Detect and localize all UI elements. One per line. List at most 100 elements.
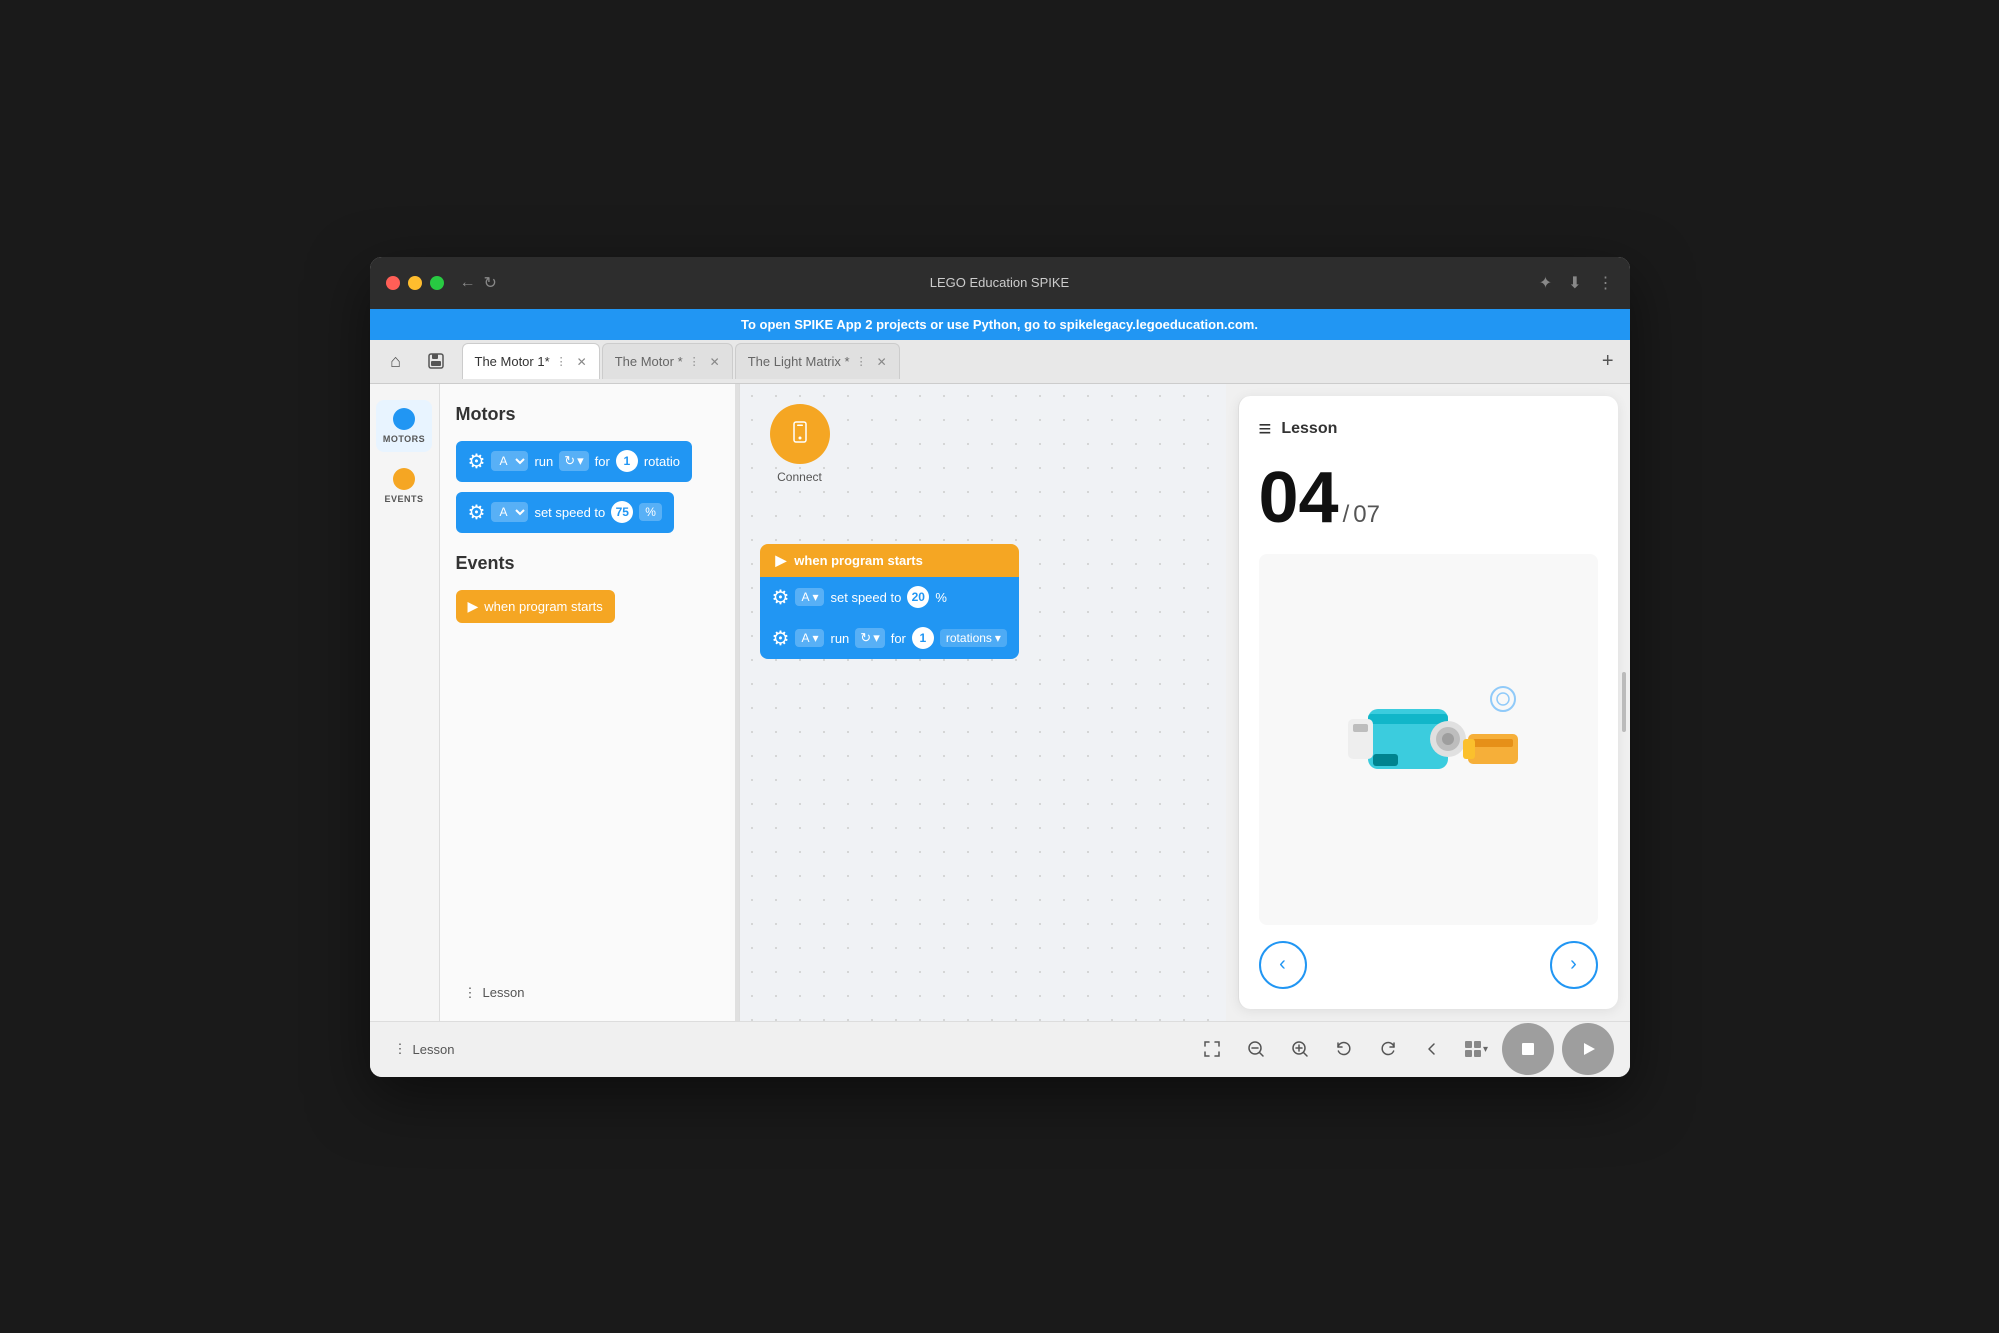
canvas-run-block[interactable]: ⚙ A ▾ run ↻ ▾ for 1 rotations (760, 618, 1019, 659)
motor-icon-2: ⚙ (468, 500, 486, 525)
percent-label: % (639, 503, 662, 521)
tab-motor[interactable]: The Motor * ⋮ ✕ (602, 343, 733, 379)
sidebar-item-motors[interactable]: MOTORS (376, 400, 432, 452)
motor-speed-block[interactable]: ⚙ ABC set speed to 75 % (456, 492, 674, 533)
undo-button[interactable] (1326, 1031, 1362, 1067)
lesson-panel: ≡ Lesson 04 / 07 (1238, 396, 1618, 1009)
zoom-out-button[interactable] (1238, 1031, 1274, 1067)
rotations-label: rotations (946, 631, 992, 645)
stop-button[interactable] (1502, 1023, 1554, 1075)
save-button[interactable] (418, 343, 454, 379)
port-select-a2[interactable]: ABC (491, 502, 528, 522)
event-label: when program starts (484, 599, 603, 614)
menu-icon[interactable]: ⋮ (1598, 273, 1614, 293)
when-program-starts-block[interactable]: ▶ when program starts (456, 590, 615, 623)
port-select-a[interactable]: ABC (491, 451, 528, 471)
motors-section-title: Motors (456, 404, 723, 425)
tab-menu-icon[interactable]: ⋮ (689, 355, 700, 368)
grid-icon (1463, 1039, 1483, 1059)
minimize-button[interactable] (408, 276, 422, 290)
connect-circle (770, 404, 830, 464)
back-button[interactable]: ← (460, 273, 476, 293)
tab-close-icon[interactable]: ✕ (877, 355, 887, 369)
grid-view-button[interactable]: ▾ (1458, 1031, 1494, 1067)
puzzle-icon[interactable]: ✦ (1539, 273, 1552, 293)
lesson-link-label: Lesson (483, 985, 525, 1000)
rotation-count[interactable]: 1 (616, 450, 638, 472)
canvas-area[interactable]: Connect ▶ when program starts ⚙ A ▾ (740, 384, 1226, 1021)
tab-menu-icon[interactable]: ⋮ (856, 355, 867, 368)
port-selector-2[interactable]: A ▾ (795, 629, 824, 647)
lesson-header: ≡ Lesson (1259, 416, 1598, 442)
motor-run-block[interactable]: ⚙ ABC run ↻ ▾ for 1 rotatio (456, 441, 692, 482)
tab-label: The Motor * (615, 354, 683, 369)
run-controls: ▾ (1458, 1023, 1614, 1075)
direction-canvas[interactable]: ↻ ▾ (855, 628, 884, 648)
undo-icon (1334, 1039, 1354, 1059)
canvas-percent-label: % (935, 590, 947, 605)
for-label: for (891, 631, 906, 646)
download-icon[interactable]: ⬇ (1568, 273, 1581, 293)
sidebar-item-events[interactable]: EVENTS (376, 460, 432, 512)
fit-screen-button[interactable] (1194, 1031, 1230, 1067)
zoom-in-button[interactable] (1282, 1031, 1318, 1067)
lesson-dots-icon: ⋮ (464, 985, 477, 1001)
tab-lightmatrix[interactable]: The Light Matrix * ⋮ ✕ (735, 343, 900, 379)
sidebar-events-label: EVENTS (384, 494, 423, 504)
motor-icon-canvas-2: ⚙ (772, 626, 790, 651)
title-bar: ← ↻ LEGO Education SPIKE ✦ ⬇ ⋮ (370, 257, 1630, 309)
lesson-current-number: 04 (1259, 462, 1339, 534)
tab-close-icon[interactable]: ✕ (577, 355, 587, 369)
redo-icon (1378, 1039, 1398, 1059)
canvas-speed-block[interactable]: ⚙ A ▾ set speed to 20 % (760, 577, 1019, 618)
play-triangle-icon: ▶ (776, 552, 787, 569)
window-title: LEGO Education SPIKE (930, 275, 1069, 290)
tab-label: The Light Matrix * (748, 354, 850, 369)
title-actions: ✦ ⬇ ⋮ (1539, 273, 1614, 293)
zoom-out-icon (1246, 1039, 1266, 1059)
direction-select[interactable]: ↻ ▾ (559, 451, 588, 471)
reload-button[interactable]: ↻ (484, 273, 497, 293)
play-button[interactable] (1562, 1023, 1614, 1075)
tabs-bar: ⌂ The Motor 1* ⋮ ✕ The Motor * ⋮ ✕ The L… (370, 340, 1630, 384)
trigger-label: when program starts (794, 553, 923, 568)
tab-label: The Motor 1* (475, 354, 550, 369)
tab-close-icon[interactable]: ✕ (710, 355, 720, 369)
rotations-selector[interactable]: rotations ▾ (940, 629, 1007, 647)
speed-value[interactable]: 75 (611, 501, 633, 523)
lesson-image (1259, 554, 1598, 925)
sidebar-motors-label: MOTORS (383, 434, 425, 444)
play-icon: ▶ (468, 598, 479, 615)
home-button[interactable]: ⌂ (378, 343, 414, 379)
lesson-bottom-link[interactable]: ⋮ Lesson (386, 1037, 463, 1061)
fit-screen-icon (1202, 1039, 1222, 1059)
close-button[interactable] (386, 276, 400, 290)
lesson-header-icon: ≡ (1259, 416, 1272, 442)
blocks-panel: Motors ⚙ ABC run ↻ ▾ for 1 rotatio ⚙ (440, 384, 740, 1021)
scrollbar[interactable] (1622, 672, 1626, 732)
lesson-number-row: 04 / 07 (1259, 462, 1598, 534)
run-label: run (830, 631, 849, 646)
trigger-block[interactable]: ▶ when program starts (760, 544, 1019, 577)
lesson-panel-title: Lesson (1281, 420, 1337, 438)
add-tab-button[interactable]: + (1594, 346, 1622, 377)
port-selector-1[interactable]: A ▾ (795, 588, 824, 606)
maximize-button[interactable] (430, 276, 444, 290)
tab-menu-icon[interactable]: ⋮ (556, 355, 567, 368)
lesson-next-button[interactable]: › (1550, 941, 1598, 989)
phone-icon (786, 420, 814, 448)
canvas-rotation-value[interactable]: 1 (912, 627, 934, 649)
info-banner: To open SPIKE App 2 projects or use Pyth… (370, 309, 1630, 340)
canvas-speed-value[interactable]: 20 (907, 586, 929, 608)
lesson-prev-button[interactable]: ‹ (1259, 941, 1307, 989)
canvas-block-stack: ▶ when program starts ⚙ A ▾ set speed to… (760, 544, 1019, 659)
play-icon (1579, 1040, 1597, 1058)
connect-button[interactable]: Connect (770, 404, 830, 484)
events-dot (393, 468, 415, 490)
motor-svg (1328, 669, 1528, 809)
tab-motor1[interactable]: The Motor 1* ⋮ ✕ (462, 343, 600, 379)
collapse-panel-button[interactable] (1414, 1031, 1450, 1067)
lesson-link[interactable]: ⋮ Lesson (456, 981, 533, 1005)
lesson-separator: / (1343, 501, 1350, 529)
redo-button[interactable] (1370, 1031, 1406, 1067)
